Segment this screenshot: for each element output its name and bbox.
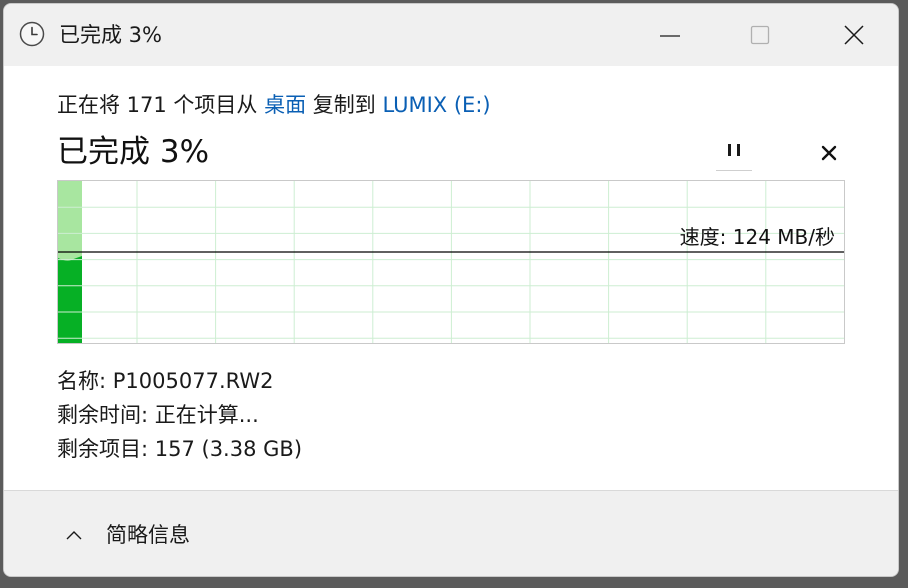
items-remaining: 剩余项目: 157 (3.38 GB)	[57, 437, 303, 461]
maximize-icon	[750, 25, 770, 45]
speed-label: 速度: 124 MB/秒	[679, 225, 835, 249]
window-title: 已完成 3%	[59, 23, 162, 47]
close-icon	[844, 25, 864, 45]
fewer-details-label: 简略信息	[106, 523, 190, 547]
maximize-button[interactable]	[715, 4, 805, 66]
copy-description: 正在将 171 个项目从 桌面 复制到 LUMIX (E:)	[57, 89, 491, 119]
transfer-details: 名称: P1005077.RW2 剩余时间: 正在计算... 剩余项目: 157…	[57, 364, 302, 466]
title-bar[interactable]: 已完成 3%	[4, 4, 898, 66]
close-button[interactable]	[809, 4, 898, 66]
speed-area	[58, 256, 82, 343]
copy-progress-dialog: 已完成 3% 正在将 171 个项目从 桌面 复制到 LUMIX (E:) 已完…	[3, 3, 899, 577]
minimize-button[interactable]	[625, 4, 715, 66]
copy-prefix: 正在将 171 个项目从	[57, 93, 265, 117]
transfer-speed-graph: 速度: 124 MB/秒	[57, 180, 845, 344]
pause-icon-bar	[737, 144, 740, 156]
pause-icon-bar	[728, 144, 731, 156]
destination-link[interactable]: LUMIX (E:)	[382, 93, 490, 117]
cancel-icon	[821, 145, 837, 161]
minimize-icon	[660, 35, 680, 37]
chevron-up-icon	[66, 531, 82, 540]
file-name: 名称: P1005077.RW2	[57, 369, 274, 393]
pause-button[interactable]	[716, 136, 752, 171]
dialog-content: 正在将 171 个项目从 桌面 复制到 LUMIX (E:) 已完成 3% 速度…	[4, 66, 898, 492]
speed-graph-canvas	[58, 181, 844, 343]
dialog-footer: 简略信息	[4, 490, 898, 576]
source-link[interactable]: 桌面	[264, 93, 306, 117]
time-remaining: 剩余时间: 正在计算...	[57, 403, 259, 427]
clock-icon	[19, 21, 45, 47]
progress-status: 已完成 3%	[57, 134, 210, 170]
copy-middle: 复制到	[306, 93, 383, 117]
cancel-button[interactable]	[812, 136, 846, 170]
